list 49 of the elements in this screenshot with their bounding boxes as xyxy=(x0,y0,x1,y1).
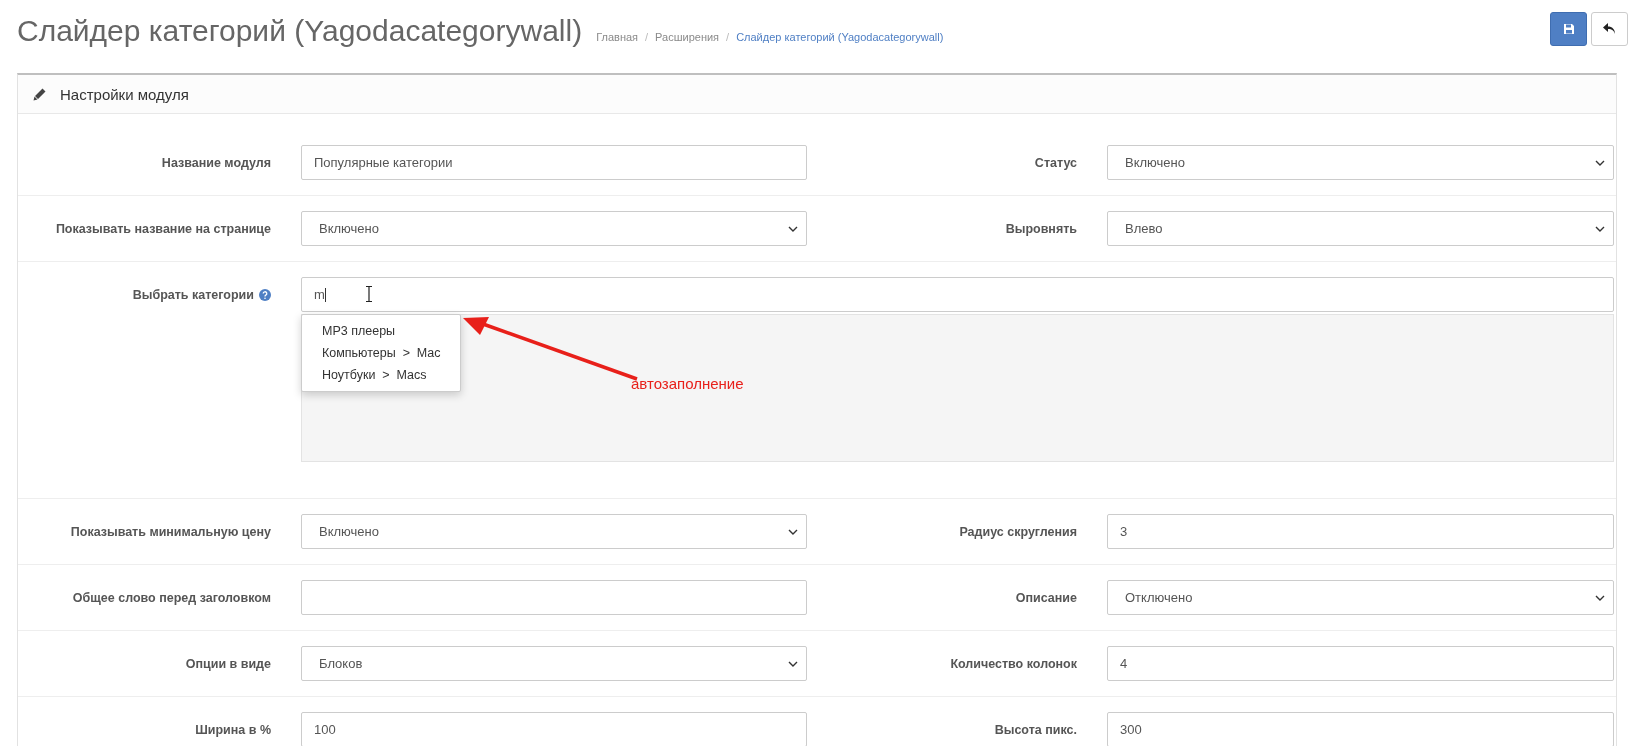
reply-arrow-icon xyxy=(1603,23,1616,35)
chevron-down-icon xyxy=(788,528,798,535)
select-field[interactable]: Включено xyxy=(301,514,807,549)
field-label: Количество колонок xyxy=(950,656,1077,671)
text-cursor-icon xyxy=(365,286,373,302)
text-field[interactable]: 3 xyxy=(1107,514,1614,549)
field-label: Показывать название на странице xyxy=(55,221,271,236)
field-label: Высота пикс. xyxy=(994,722,1077,737)
text-field[interactable] xyxy=(301,580,807,615)
save-button[interactable] xyxy=(1550,12,1587,46)
dropdown-item[interactable]: MP3 плееры xyxy=(302,320,460,342)
select-field[interactable]: Блоков xyxy=(301,646,807,681)
breadcrumb-separator: / xyxy=(726,31,730,43)
breadcrumb-link[interactable]: Главная xyxy=(596,31,639,43)
field-label: Радиус скругления xyxy=(959,524,1077,539)
breadcrumb-link[interactable]: Слайдер категорий (Yagodacategorywall) xyxy=(736,31,944,43)
field-label: Описание xyxy=(1015,590,1077,605)
select-field[interactable]: Включено xyxy=(1107,145,1614,180)
select-field[interactable]: Отключено xyxy=(1107,580,1614,615)
field-label: Опции в виде xyxy=(185,656,271,671)
text-caret-icon xyxy=(325,288,327,302)
panel-title: Настройки модуля xyxy=(60,85,189,103)
field-label: Название модуля xyxy=(161,155,271,170)
select-field[interactable]: Влево xyxy=(1107,211,1614,246)
breadcrumb-link[interactable]: Расширения xyxy=(655,31,720,43)
dropdown-item[interactable]: Компьютеры > Mac xyxy=(302,342,460,364)
select-field[interactable]: Включено xyxy=(301,211,807,246)
text-field[interactable]: Популярные категории xyxy=(301,145,807,180)
chevron-down-icon xyxy=(1595,225,1605,232)
dropdown-item[interactable]: Ноутбуки > Macs xyxy=(302,364,460,386)
chevron-down-icon xyxy=(788,225,798,232)
chevron-down-icon xyxy=(788,660,798,667)
text-field[interactable]: 100 xyxy=(301,712,807,746)
field-label: Общее слово перед заголовком xyxy=(72,590,271,605)
text-field[interactable]: 4 xyxy=(1107,646,1614,681)
field-label: Статус xyxy=(1034,155,1077,170)
search-field[interactable]: m xyxy=(301,277,1614,312)
annotation-text: автозаполнение xyxy=(631,375,744,392)
field-label: Выровнять xyxy=(1005,221,1077,236)
field-label: Ширина в % xyxy=(195,722,271,737)
chevron-down-icon xyxy=(1595,159,1605,166)
back-button[interactable] xyxy=(1591,12,1628,46)
breadcrumb-separator: / xyxy=(645,31,649,43)
field-label: Показывать минимальную цену xyxy=(70,524,271,539)
text-field[interactable]: 300 xyxy=(1107,712,1614,746)
pencil-icon xyxy=(33,87,46,101)
chevron-down-icon xyxy=(1595,594,1605,601)
page-title: Слайдер категорий (Yagodacategorywall) xyxy=(17,13,583,49)
field-label: Выбрать категории xyxy=(132,287,254,302)
